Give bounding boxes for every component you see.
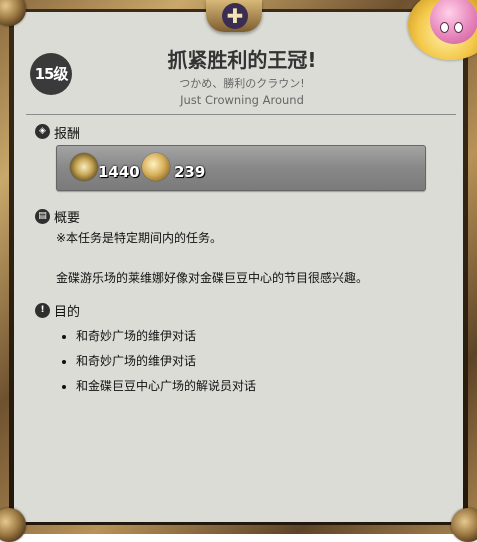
summary-section-label: 概要 [54,211,81,226]
eye-right [454,22,463,33]
gil-coin-icon [142,153,170,181]
summary-book-icon: ▤ [35,209,50,224]
header-divider [26,114,456,115]
fall-guy-face [430,0,477,44]
objective-item: 和奇妙广场的维伊对话 [76,351,256,376]
exp-icon [70,153,98,181]
quest-title: 抓紧胜利的王冠! [167,48,317,72]
corner-ornament-bottom-right [451,508,477,542]
event-quest-icon: ✚ [222,3,248,29]
quest-title-english: Just Crowning Around [180,93,304,107]
objective-item: 和奇妙广场的维伊对话 [76,326,256,351]
level-badge: 15级 [30,53,72,95]
objective-list: 和奇妙广场的维伊对话 和奇妙广场的维伊对话 和金碟巨豆中心广场的解说员对话 [60,326,256,401]
reward-exp-value: 1440 [98,163,140,181]
quest-title-japanese: つかめ、勝利のクラウン! [179,77,305,90]
reward-box: 1440 239 [56,145,426,191]
objective-exclamation-icon: ! [35,303,50,318]
reward-section-label: 报酬 [54,127,81,142]
objective-section-label: 目的 [54,305,81,320]
reward-section-icon: ◈ [35,124,50,139]
summary-line-2: 金碟游乐场的莱维娜好像对金碟巨豆中心的节目很感兴趣。 [56,271,369,285]
eye-left [440,22,449,33]
summary-line-1: ※本任务是特定期间内的任务。 [56,231,223,245]
reward-gil-value: 239 [174,163,206,181]
objective-item: 和金碟巨豆中心广场的解说员对话 [76,376,256,401]
